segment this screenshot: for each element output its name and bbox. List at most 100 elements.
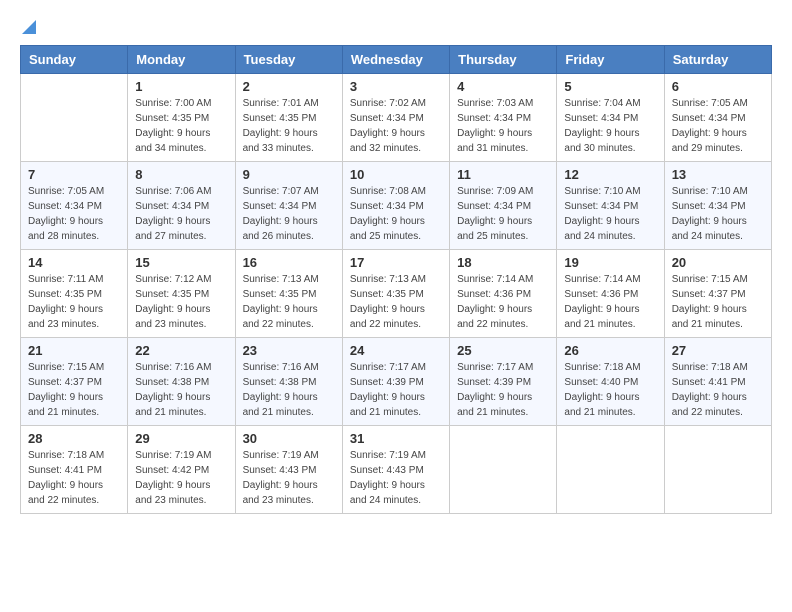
day-number: 30 <box>243 431 335 446</box>
calendar-cell: 26 Sunrise: 7:18 AMSunset: 4:40 PMDayligh… <box>557 338 664 426</box>
day-info: Sunrise: 7:16 AMSunset: 4:38 PMDaylight:… <box>243 360 335 420</box>
calendar-cell: 11 Sunrise: 7:09 AMSunset: 4:34 PMDayligh… <box>450 162 557 250</box>
day-number: 10 <box>350 167 442 182</box>
calendar-cell: 27 Sunrise: 7:18 AMSunset: 4:41 PMDayligh… <box>664 338 771 426</box>
day-number: 20 <box>672 255 764 270</box>
header-wednesday: Wednesday <box>342 46 449 74</box>
calendar-cell: 21 Sunrise: 7:15 AMSunset: 4:37 PMDayligh… <box>21 338 128 426</box>
day-info: Sunrise: 7:18 AMSunset: 4:41 PMDaylight:… <box>672 360 764 420</box>
day-info: Sunrise: 7:14 AMSunset: 4:36 PMDaylight:… <box>457 272 549 332</box>
day-number: 2 <box>243 79 335 94</box>
calendar-cell: 12 Sunrise: 7:10 AMSunset: 4:34 PMDayligh… <box>557 162 664 250</box>
calendar-week-3: 14Sunrise: 7:11 AMSunset: 4:35 PMDayligh… <box>21 250 772 338</box>
calendar-cell: 4 Sunrise: 7:03 AMSunset: 4:34 PMDaylight… <box>450 74 557 162</box>
calendar-week-1: 1 Sunrise: 7:00 AMSunset: 4:35 PMDaylight… <box>21 74 772 162</box>
day-info: Sunrise: 7:02 AMSunset: 4:34 PMDaylight:… <box>350 96 442 156</box>
day-info: Sunrise: 7:13 AMSunset: 4:35 PMDaylight:… <box>350 272 442 332</box>
header-tuesday: Tuesday <box>235 46 342 74</box>
day-info: Sunrise: 7:19 AMSunset: 4:43 PMDaylight:… <box>350 448 442 508</box>
calendar-cell: 19 Sunrise: 7:14 AMSunset: 4:36 PMDayligh… <box>557 250 664 338</box>
day-number: 3 <box>350 79 442 94</box>
day-number: 11 <box>457 167 549 182</box>
calendar-cell: 16Sunrise: 7:13 AMSunset: 4:35 PMDayligh… <box>235 250 342 338</box>
day-number: 27 <box>672 343 764 358</box>
calendar-cell: 28 Sunrise: 7:18 AMSunset: 4:41 PMDayligh… <box>21 426 128 514</box>
logo-triangle-icon <box>22 20 36 39</box>
calendar-cell: 31 Sunrise: 7:19 AMSunset: 4:43 PMDayligh… <box>342 426 449 514</box>
calendar-week-2: 7 Sunrise: 7:05 AMSunset: 4:34 PMDaylight… <box>21 162 772 250</box>
day-info: Sunrise: 7:14 AMSunset: 4:36 PMDaylight:… <box>564 272 656 332</box>
day-info: Sunrise: 7:18 AMSunset: 4:40 PMDaylight:… <box>564 360 656 420</box>
header-sunday: Sunday <box>21 46 128 74</box>
day-info: Sunrise: 7:01 AMSunset: 4:35 PMDaylight:… <box>243 96 335 156</box>
calendar-cell: 7 Sunrise: 7:05 AMSunset: 4:34 PMDaylight… <box>21 162 128 250</box>
header-monday: Monday <box>128 46 235 74</box>
day-number: 5 <box>564 79 656 94</box>
day-number: 24 <box>350 343 442 358</box>
day-number: 21 <box>28 343 120 358</box>
day-number: 13 <box>672 167 764 182</box>
day-number: 29 <box>135 431 227 446</box>
calendar-cell: 17 Sunrise: 7:13 AMSunset: 4:35 PMDayligh… <box>342 250 449 338</box>
day-info: Sunrise: 7:12 AMSunset: 4:35 PMDaylight:… <box>135 272 227 332</box>
calendar-cell: 2 Sunrise: 7:01 AMSunset: 4:35 PMDaylight… <box>235 74 342 162</box>
calendar-week-4: 21 Sunrise: 7:15 AMSunset: 4:37 PMDayligh… <box>21 338 772 426</box>
day-info: Sunrise: 7:05 AMSunset: 4:34 PMDaylight:… <box>672 96 764 156</box>
header-thursday: Thursday <box>450 46 557 74</box>
calendar-cell: 9 Sunrise: 7:07 AMSunset: 4:34 PMDaylight… <box>235 162 342 250</box>
calendar-cell: 5 Sunrise: 7:04 AMSunset: 4:34 PMDaylight… <box>557 74 664 162</box>
day-number: 8 <box>135 167 227 182</box>
day-info: Sunrise: 7:09 AMSunset: 4:34 PMDaylight:… <box>457 184 549 244</box>
day-number: 16 <box>243 255 335 270</box>
day-number: 7 <box>28 167 120 182</box>
day-number: 9 <box>243 167 335 182</box>
calendar-cell <box>450 426 557 514</box>
day-number: 15 <box>135 255 227 270</box>
day-info: Sunrise: 7:08 AMSunset: 4:34 PMDaylight:… <box>350 184 442 244</box>
day-info: Sunrise: 7:07 AMSunset: 4:34 PMDaylight:… <box>243 184 335 244</box>
page-header <box>20 20 772 35</box>
day-number: 12 <box>564 167 656 182</box>
day-number: 17 <box>350 255 442 270</box>
header-friday: Friday <box>557 46 664 74</box>
calendar-cell: 29Sunrise: 7:19 AMSunset: 4:42 PMDayligh… <box>128 426 235 514</box>
calendar-cell: 20 Sunrise: 7:15 AMSunset: 4:37 PMDayligh… <box>664 250 771 338</box>
day-info: Sunrise: 7:15 AMSunset: 4:37 PMDaylight:… <box>672 272 764 332</box>
header-saturday: Saturday <box>664 46 771 74</box>
day-info: Sunrise: 7:00 AMSunset: 4:35 PMDaylight:… <box>135 96 227 156</box>
day-info: Sunrise: 7:17 AMSunset: 4:39 PMDaylight:… <box>457 360 549 420</box>
calendar-week-5: 28 Sunrise: 7:18 AMSunset: 4:41 PMDayligh… <box>21 426 772 514</box>
day-number: 23 <box>243 343 335 358</box>
day-number: 19 <box>564 255 656 270</box>
day-info: Sunrise: 7:10 AMSunset: 4:34 PMDaylight:… <box>564 184 656 244</box>
day-number: 31 <box>350 431 442 446</box>
calendar-cell <box>664 426 771 514</box>
day-number: 25 <box>457 343 549 358</box>
day-number: 6 <box>672 79 764 94</box>
calendar-header-row: SundayMondayTuesdayWednesdayThursdayFrid… <box>21 46 772 74</box>
day-number: 1 <box>135 79 227 94</box>
day-info: Sunrise: 7:03 AMSunset: 4:34 PMDaylight:… <box>457 96 549 156</box>
calendar-cell: 23 Sunrise: 7:16 AMSunset: 4:38 PMDayligh… <box>235 338 342 426</box>
calendar-cell: 6 Sunrise: 7:05 AMSunset: 4:34 PMDaylight… <box>664 74 771 162</box>
calendar-table: SundayMondayTuesdayWednesdayThursdayFrid… <box>20 45 772 514</box>
day-info: Sunrise: 7:11 AMSunset: 4:35 PMDaylight:… <box>28 272 120 332</box>
day-info: Sunrise: 7:04 AMSunset: 4:34 PMDaylight:… <box>564 96 656 156</box>
day-number: 18 <box>457 255 549 270</box>
calendar-cell: 18 Sunrise: 7:14 AMSunset: 4:36 PMDayligh… <box>450 250 557 338</box>
calendar-cell <box>557 426 664 514</box>
day-number: 28 <box>28 431 120 446</box>
day-number: 26 <box>564 343 656 358</box>
day-info: Sunrise: 7:16 AMSunset: 4:38 PMDaylight:… <box>135 360 227 420</box>
calendar-cell: 30Sunrise: 7:19 AMSunset: 4:43 PMDayligh… <box>235 426 342 514</box>
day-info: Sunrise: 7:18 AMSunset: 4:41 PMDaylight:… <box>28 448 120 508</box>
calendar-cell: 24Sunrise: 7:17 AMSunset: 4:39 PMDayligh… <box>342 338 449 426</box>
day-info: Sunrise: 7:15 AMSunset: 4:37 PMDaylight:… <box>28 360 120 420</box>
calendar-cell <box>21 74 128 162</box>
calendar-cell: 14Sunrise: 7:11 AMSunset: 4:35 PMDayligh… <box>21 250 128 338</box>
calendar-cell: 15 Sunrise: 7:12 AMSunset: 4:35 PMDayligh… <box>128 250 235 338</box>
calendar-cell: 22Sunrise: 7:16 AMSunset: 4:38 PMDayligh… <box>128 338 235 426</box>
calendar-cell: 25 Sunrise: 7:17 AMSunset: 4:39 PMDayligh… <box>450 338 557 426</box>
day-number: 4 <box>457 79 549 94</box>
day-info: Sunrise: 7:05 AMSunset: 4:34 PMDaylight:… <box>28 184 120 244</box>
